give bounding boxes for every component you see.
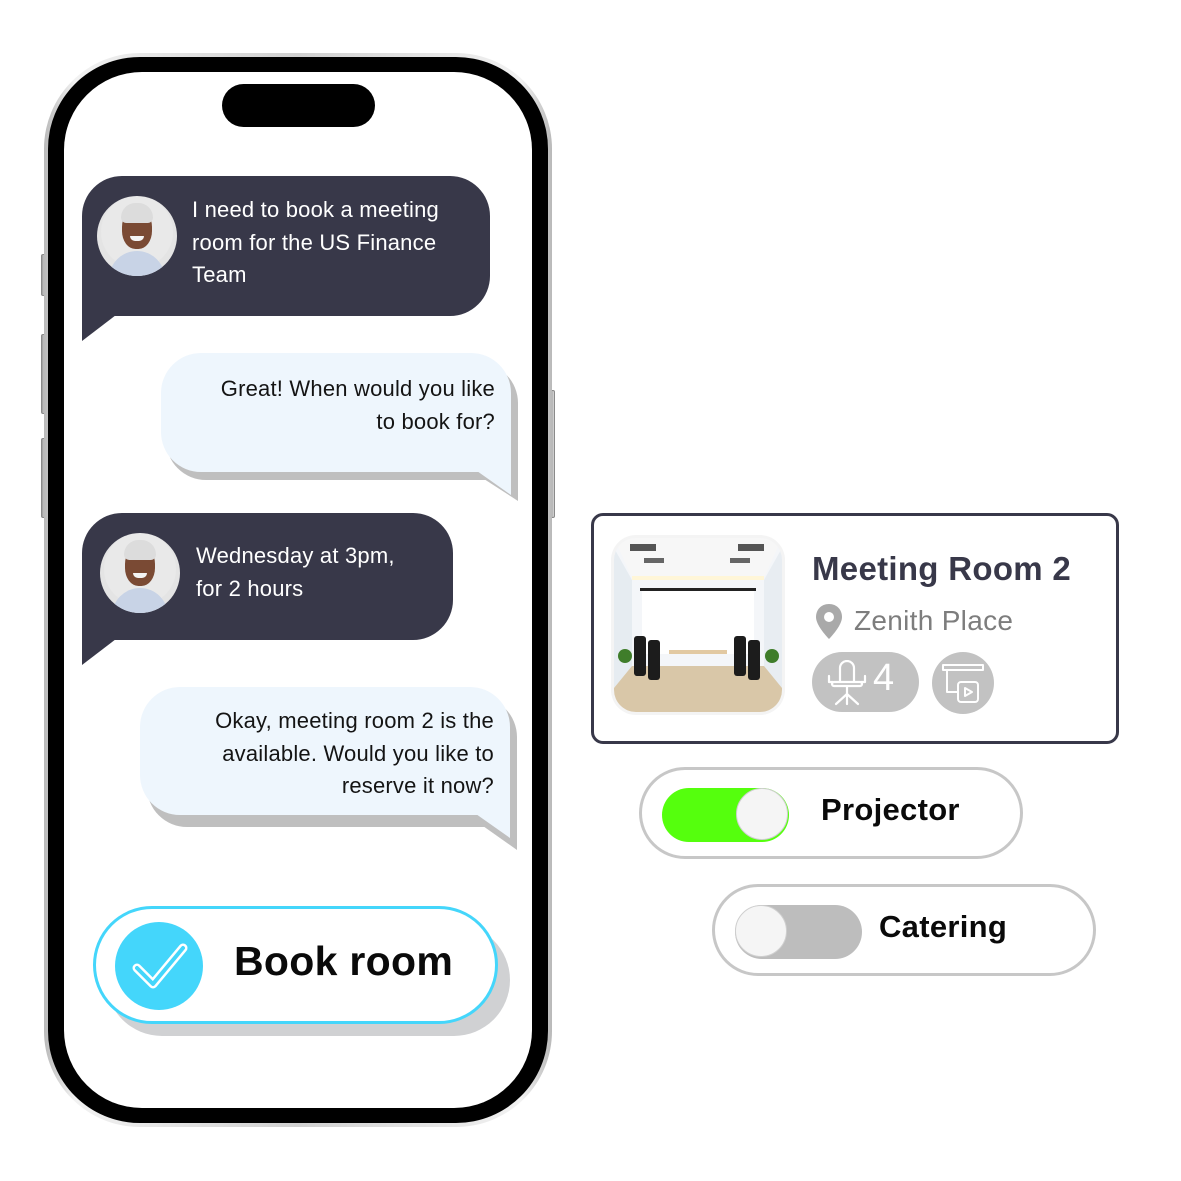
message-text: Great! When would you like to book for? [220, 376, 495, 434]
user-avatar [100, 533, 180, 613]
bubble-tail [82, 639, 116, 665]
user-avatar [97, 196, 177, 276]
catering-toggle[interactable] [735, 905, 862, 959]
dynamic-island [222, 84, 375, 127]
meeting-room-photo [614, 538, 782, 712]
message-text: Wednesday at 3pm, for 2 hours [196, 543, 395, 601]
book-room-label[interactable]: Book room [234, 938, 453, 985]
room-location: Zenith Place [854, 605, 1014, 636]
chat-message-assistant: Okay, meeting room 2 is the available. W… [140, 687, 510, 838]
bubble-tail [476, 814, 510, 838]
bubble-tail [82, 315, 116, 341]
toggle-knob [735, 905, 787, 957]
catering-label: Catering [879, 909, 1008, 944]
projector-label: Projector [821, 792, 960, 827]
chat-message-user: Wednesday at 3pm, for 2 hours [82, 513, 453, 665]
message-text: I need to book a meeting room for the US… [192, 197, 439, 287]
capacity-count: 4 [873, 657, 895, 699]
bubble-tail [477, 471, 511, 495]
projector-toggle[interactable] [662, 788, 789, 842]
toggle-knob [736, 788, 788, 840]
message-text: Okay, meeting room 2 is the available. W… [215, 708, 494, 798]
map-pin-icon [814, 603, 844, 641]
projector-screen-icon [932, 652, 994, 714]
checkmark-icon[interactable] [115, 922, 203, 1010]
room-title: Meeting Room 2 [812, 550, 1072, 587]
chat-message-assistant: Great! When would you like to book for? [161, 353, 511, 495]
office-chair-icon [826, 659, 868, 706]
chat-message-user: I need to book a meeting room for the US… [82, 176, 490, 341]
